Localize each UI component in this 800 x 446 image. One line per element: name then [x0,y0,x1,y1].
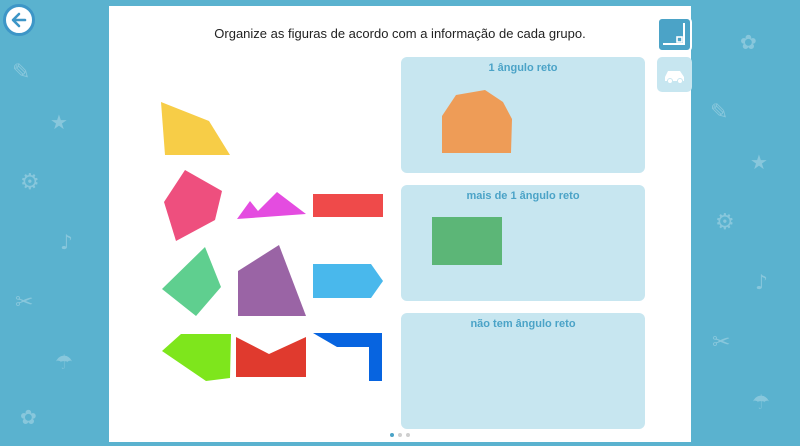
shape-red-m-shape[interactable] [236,337,306,377]
group-one-right-angle[interactable]: 1 ângulo reto [401,57,645,173]
car-button[interactable] [657,57,692,92]
shape-magenta-zigzag[interactable] [237,192,306,219]
shape-lime-pentagon[interactable] [162,334,231,381]
right-angle-icon [663,23,685,45]
shape-pink-pentagon[interactable] [164,170,222,241]
shape-yellow-quadrilateral[interactable] [161,102,230,155]
shape-blue-arrow-pentagon[interactable] [313,264,383,298]
group-no-right-angle[interactable]: não tem ângulo reto [401,313,645,429]
shapes-palette [161,102,383,381]
back-button[interactable] [3,4,35,36]
back-arrow-icon [11,12,27,28]
group-more-than-one-right-angle[interactable]: mais de 1 ângulo reto [401,185,645,301]
shape-orange-hexagon[interactable] [442,90,512,153]
group-label: não tem ângulo reto [470,318,576,330]
shape-blue-l-shape[interactable] [313,333,382,381]
shape-green-pentagon[interactable] [162,247,221,316]
activity-card: Organize as figuras de acordo com a info… [109,6,691,442]
page-dot-active[interactable] [390,433,394,437]
shape-green-rectangle[interactable] [432,217,502,265]
page-dot[interactable] [398,433,402,437]
page-dot[interactable] [406,433,410,437]
car-icon [665,71,684,84]
shape-red-rectangle[interactable] [313,194,383,217]
shape-purple-quadrilateral[interactable] [238,245,306,316]
right-angle-tool-button[interactable] [657,17,692,52]
